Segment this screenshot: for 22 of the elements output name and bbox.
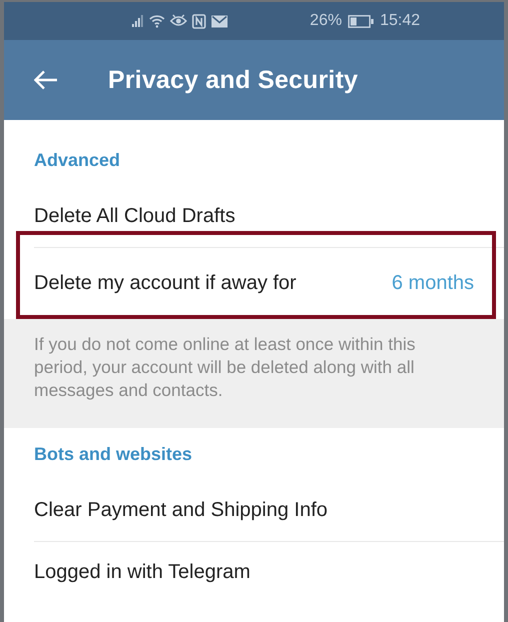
settings-item[interactable]: Clear Payment and Shipping Info [4, 479, 504, 541]
item-value: 6 months [392, 272, 474, 294]
mail-icon [211, 14, 228, 28]
section-footer-note: If you do not come online at least once within this period, your account will be deleted along with all messages and contacts. [4, 319, 504, 428]
item-label: Delete All Cloud Drafts [34, 204, 236, 228]
item-label: Clear Payment and Shipping Info [34, 498, 328, 522]
item-label: Logged in with Telegram [34, 560, 250, 584]
nfc-icon [192, 14, 206, 28]
settings-item[interactable]: Delete All Cloud Drafts [4, 185, 504, 247]
battery-icon [348, 14, 374, 28]
screen-title: Privacy and Security [108, 66, 358, 94]
section-header: Bots and websites [33, 443, 194, 466]
signal-icon [132, 15, 144, 27]
battery-percent: 26% [310, 12, 342, 30]
settings-item[interactable]: Logged in with Telegram [4, 541, 504, 603]
clock: 15:42 [380, 12, 420, 30]
item-label: Delete my account if away for [34, 272, 296, 294]
eye-icon [170, 14, 187, 28]
settings-item[interactable]: Delete my account if away for 6 months [4, 247, 504, 319]
back-icon[interactable] [34, 70, 58, 90]
section-header: Advanced [33, 149, 122, 172]
wifi-icon [149, 14, 165, 28]
